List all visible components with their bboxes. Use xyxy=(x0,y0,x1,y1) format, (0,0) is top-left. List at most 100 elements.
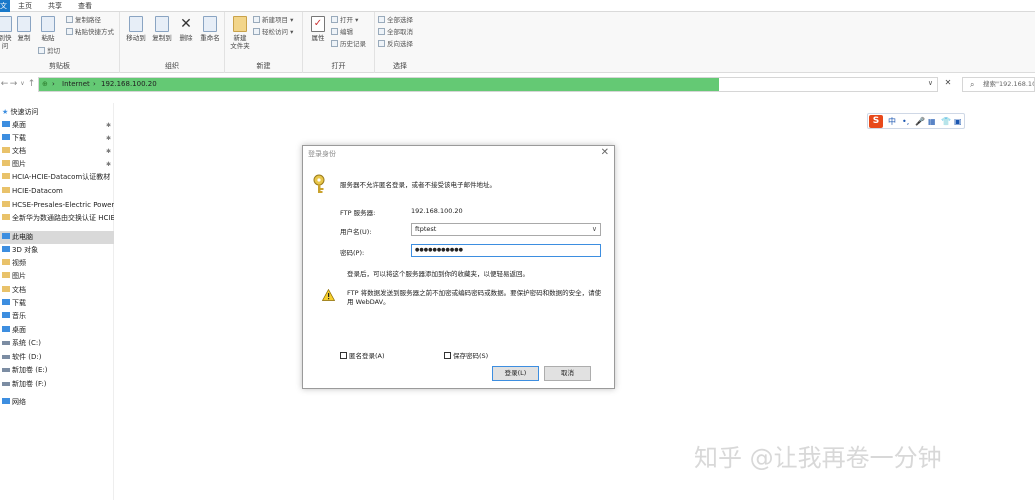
password-field[interactable]: ●●●●●●●●●●● xyxy=(411,244,601,257)
nav-item-desktop[interactable]: 桌面 xyxy=(0,324,114,337)
checkbox-box[interactable] xyxy=(340,352,347,359)
nav-item-drive-d[interactable]: 软件 (D:) xyxy=(0,351,114,364)
anonymous-login-checkbox[interactable]: 匿名登录(A) xyxy=(340,350,385,360)
skin-shirt-icon[interactable]: 👕 xyxy=(941,115,951,128)
pictures-icon xyxy=(2,160,10,166)
desktop-icon xyxy=(2,326,10,332)
chevron-down-icon[interactable]: ∨ xyxy=(592,224,597,235)
nav-item-folder[interactable]: HCIA-HCIE-Datacom认证教材 xyxy=(0,171,114,184)
search-input[interactable]: ⌕ 搜索"192.168.10 xyxy=(962,77,1035,92)
edit-icon xyxy=(331,28,338,35)
open-group: ✓ 属性 打开 ▾ 编辑 历史记录 打开 xyxy=(303,12,375,73)
desktop-icon xyxy=(2,121,10,127)
tab-home[interactable]: 主页 xyxy=(18,0,32,12)
select-all-button[interactable]: 全部选择 xyxy=(378,16,413,25)
star-icon: ★ xyxy=(2,108,9,116)
login-button[interactable]: 登录(L) xyxy=(492,366,539,381)
keyboard-icon[interactable]: ▦ xyxy=(928,115,936,128)
cancel-button[interactable]: 取消 xyxy=(544,366,591,381)
properties-button[interactable]: ✓ 属性 xyxy=(307,16,329,42)
invert-selection-button[interactable]: 反向选择 xyxy=(378,40,413,49)
nav-item-documents[interactable]: 文档 ✱ xyxy=(0,145,114,158)
nav-item-desktop[interactable]: 桌面 ✱ xyxy=(0,119,114,132)
nav-item-downloads[interactable]: 下载 xyxy=(0,297,114,310)
paste-button[interactable]: 粘贴 xyxy=(38,16,58,42)
nav-item-pictures[interactable]: 图片 xyxy=(0,270,114,283)
back-arrow-icon[interactable]: ← xyxy=(0,78,9,90)
sogou-logo-icon[interactable]: S xyxy=(869,115,883,128)
close-icon[interactable]: ✕ xyxy=(601,147,609,158)
copy-button[interactable]: 复制 xyxy=(14,16,34,42)
new-item-icon xyxy=(253,16,260,23)
ribbon: 到快 问 复制 粘贴 复制路径 粘贴快捷方式 剪切 剪贴板 移动到 复制到 ✕ 删… xyxy=(0,12,1035,73)
cut-button[interactable]: 剪切 xyxy=(38,47,60,56)
address-bar[interactable]: ⊕ › Internet › 192.168.100.20 ∨ xyxy=(38,77,938,92)
nav-item-videos[interactable]: 视频 xyxy=(0,257,114,270)
cube-icon xyxy=(2,246,10,252)
nav-item-pictures[interactable]: 图片 ✱ xyxy=(0,158,114,171)
nav-item-drive-c[interactable]: 系统 (C:) xyxy=(0,337,114,350)
drive-icon xyxy=(2,341,10,345)
up-arrow-icon[interactable]: ↑ xyxy=(27,78,36,90)
new-item-button[interactable]: 新建项目 ▾ xyxy=(253,16,293,25)
nav-item-music[interactable]: 音乐 xyxy=(0,310,114,323)
delete-button[interactable]: ✕ 删除 xyxy=(176,16,196,42)
breadcrumb-internet[interactable]: Internet xyxy=(62,78,90,91)
easy-access-button[interactable]: 轻松访问 ▾ xyxy=(253,28,293,37)
nav-quick-access[interactable]: ★ 快速访问 xyxy=(0,106,114,119)
breadcrumb-server[interactable]: 192.168.100.20 xyxy=(101,78,157,91)
rename-button[interactable]: 重命名 xyxy=(198,16,222,42)
nav-network[interactable]: 网络 xyxy=(0,396,114,409)
document-icon xyxy=(2,286,10,292)
nav-item-drive-e[interactable]: 新加卷 (E:) xyxy=(0,364,114,377)
toolbox-icon[interactable]: ▣ xyxy=(954,115,962,128)
nav-item-3d-objects[interactable]: 3D 对象 xyxy=(0,244,114,257)
pin-icon: ✱ xyxy=(105,122,111,129)
drive-icon xyxy=(2,355,10,359)
nav-item-drive-f[interactable]: 新加卷 (F:) xyxy=(0,378,114,391)
move-to-button[interactable]: 移动到 xyxy=(124,16,148,42)
recent-locations-chevron-icon[interactable]: ∨ xyxy=(18,78,27,90)
history-icon xyxy=(331,40,338,47)
paste-shortcut-button[interactable]: 粘贴快捷方式 xyxy=(66,28,114,37)
ime-mode-icon[interactable]: 中 xyxy=(888,115,896,128)
forward-arrow-icon[interactable]: → xyxy=(9,78,18,90)
paste-icon xyxy=(41,16,55,32)
nav-item-folder[interactable]: HCIE-Datacom xyxy=(0,185,114,198)
download-icon xyxy=(2,134,10,140)
new-folder-button[interactable]: 新建 文件夹 xyxy=(229,16,251,50)
scissors-icon xyxy=(38,47,45,54)
copy-path-button[interactable]: 复制路径 xyxy=(66,16,101,25)
select-none-button[interactable]: 全部取消 xyxy=(378,28,413,37)
server-label: FTP 服务器: xyxy=(340,209,376,217)
microphone-icon[interactable]: 🎤 xyxy=(915,115,925,128)
edit-button[interactable]: 编辑 xyxy=(331,28,353,37)
folder-icon xyxy=(2,201,10,207)
folder-icon xyxy=(2,214,10,220)
copy-path-icon xyxy=(66,16,73,23)
nav-this-pc[interactable]: 此电脑 xyxy=(0,231,114,244)
open-button[interactable]: 打开 ▾ xyxy=(331,16,358,25)
tab-view[interactable]: 查看 xyxy=(78,0,92,12)
save-password-checkbox[interactable]: 保存密码(S) xyxy=(444,350,488,360)
warning-text-line2: 用 WebDAV。 xyxy=(347,298,390,306)
rename-icon xyxy=(203,16,217,32)
address-dropdown-chevron-icon[interactable]: ∨ xyxy=(928,79,933,87)
music-note-icon xyxy=(2,312,10,318)
username-combobox[interactable]: ftptest ∨ xyxy=(411,223,601,236)
pictures-icon xyxy=(2,272,10,278)
tab-share[interactable]: 共享 xyxy=(48,0,62,12)
nav-item-documents[interactable]: 文档 xyxy=(0,284,114,297)
nav-item-folder[interactable]: HCSE-Presales-Electric Power（E xyxy=(0,199,114,212)
checkbox-box[interactable] xyxy=(444,352,451,359)
punctuation-icon[interactable]: •, xyxy=(902,115,909,128)
pin-quick-access-button[interactable]: 到快 问 xyxy=(0,16,12,50)
nav-item-downloads[interactable]: 下载 ✱ xyxy=(0,132,114,145)
tab-file[interactable]: 文 xyxy=(0,0,10,12)
nav-item-folder[interactable]: 全新华为数通路由交换认证 HCIE F xyxy=(0,212,114,225)
close-icon[interactable]: ✕ xyxy=(941,78,955,90)
properties-check-icon: ✓ xyxy=(311,16,325,32)
delete-x-icon: ✕ xyxy=(180,16,192,32)
history-button[interactable]: 历史记录 xyxy=(331,40,366,49)
copy-to-button[interactable]: 复制到 xyxy=(150,16,174,42)
